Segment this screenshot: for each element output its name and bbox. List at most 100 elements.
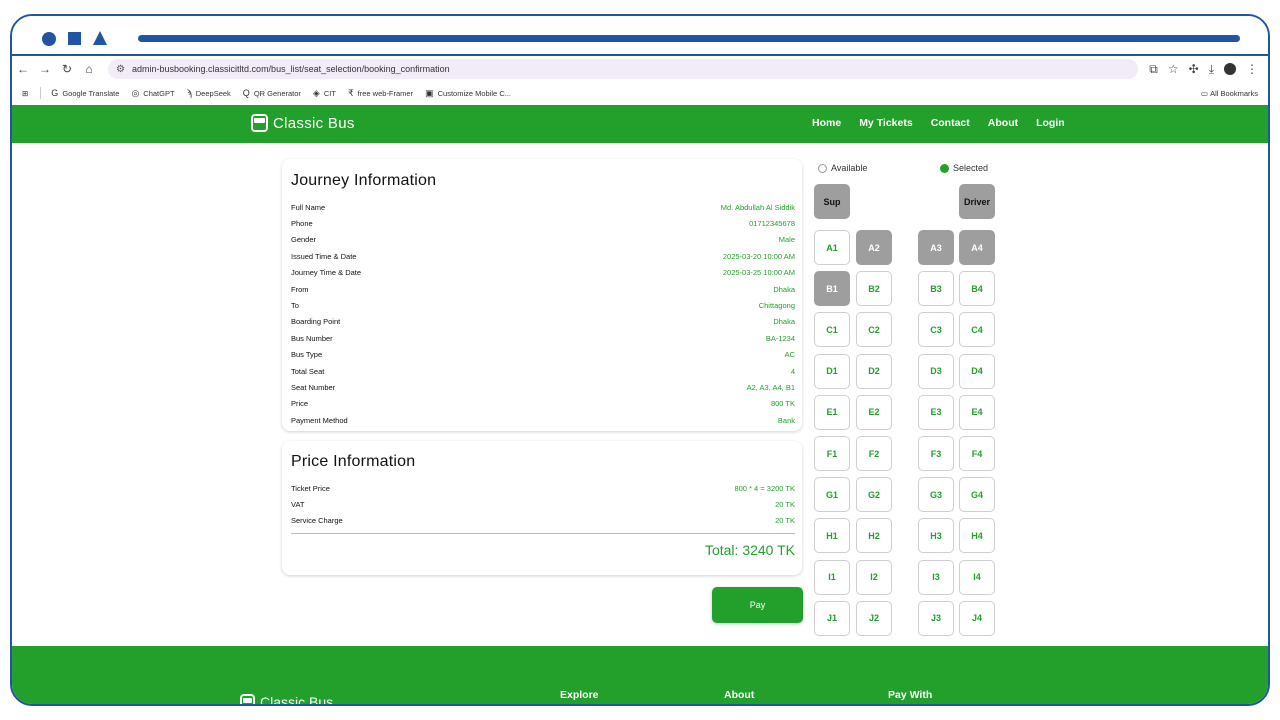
qr-generator-icon: Q bbox=[242, 88, 250, 98]
bookmark-qr-generator[interactable]: Q QR Generator bbox=[243, 88, 301, 98]
bookmarks-bar: ⊞ G Google Translate ◎ ChatGPT ϡ DeepSeek Q… bbox=[12, 82, 1268, 104]
seat-a1[interactable]: A1 bbox=[814, 230, 850, 265]
bookmark-framer[interactable]: ₹ free web-Framer bbox=[348, 88, 413, 99]
nav-contact[interactable]: Contact bbox=[931, 117, 970, 129]
brand-logo[interactable]: Classic Bus bbox=[251, 114, 355, 132]
address-bar[interactable]: ⚙ admin-busbooking.classicitltd.com/bus_… bbox=[108, 59, 1138, 79]
seat-i3[interactable]: I3 bbox=[918, 559, 954, 595]
seat-f4[interactable]: F4 bbox=[959, 436, 995, 471]
journey-row-value: Bank bbox=[777, 415, 795, 425]
price-row-label: VAT bbox=[291, 500, 305, 510]
home-icon[interactable]: ⌂ bbox=[78, 62, 100, 76]
seat-i1[interactable]: I1 bbox=[814, 559, 850, 595]
reload-icon[interactable]: ↻ bbox=[56, 62, 78, 76]
seat-b4[interactable]: B4 bbox=[959, 271, 995, 307]
seat-h3[interactable]: H3 bbox=[918, 518, 954, 554]
journey-row-label: Phone bbox=[291, 219, 313, 229]
legend-available: Available bbox=[818, 163, 867, 173]
seat-c1[interactable]: C1 bbox=[814, 312, 850, 348]
seat-g2[interactable]: G2 bbox=[856, 477, 892, 513]
nav-about[interactable]: About bbox=[988, 117, 1018, 129]
menu-dots-icon[interactable]: ⋮ bbox=[1246, 62, 1258, 76]
seat-g4[interactable]: G4 bbox=[959, 477, 995, 513]
seat-h1[interactable]: H1 bbox=[814, 518, 850, 554]
seat-f1[interactable]: F1 bbox=[814, 436, 850, 471]
available-dot-icon bbox=[818, 163, 827, 173]
bookmark-chatgpt[interactable]: ◎ ChatGPT bbox=[131, 88, 174, 99]
seat-g1[interactable]: G1 bbox=[814, 477, 850, 513]
nav-home[interactable]: Home bbox=[812, 117, 841, 129]
journey-row-value: 4 bbox=[790, 366, 795, 376]
journey-row-value: Dhaka bbox=[773, 284, 795, 294]
seat-b2[interactable]: B2 bbox=[856, 271, 892, 307]
extensions-icon[interactable]: ✣ bbox=[1189, 62, 1199, 76]
bookmark-customize-mobile[interactable]: ▣ Customize Mobile C... bbox=[425, 88, 511, 99]
seat-c3[interactable]: C3 bbox=[918, 312, 954, 348]
journey-information-card: Journey Information Full Name Md. Abdulla… bbox=[282, 159, 802, 431]
journey-row-value: Md. Abdullah Al Siddik bbox=[720, 202, 795, 212]
nav-my-tickets[interactable]: My Tickets bbox=[859, 117, 913, 129]
address-text[interactable]: admin-busbooking.classicitltd.com/bus_li… bbox=[132, 64, 450, 74]
all-bookmarks[interactable]: ▭ All Bookmarks bbox=[1201, 89, 1258, 98]
seat-i4[interactable]: I4 bbox=[959, 559, 995, 595]
seat-e1[interactable]: E1 bbox=[814, 394, 850, 430]
price-information-card: Price Information Ticket Price 800 * 4 = … bbox=[282, 441, 802, 575]
app-navbar: Classic Bus Home My Tickets Contact Abou… bbox=[12, 105, 1268, 143]
install-app-icon[interactable]: ⧉ bbox=[1149, 62, 1158, 77]
decorative-bar bbox=[138, 35, 1240, 42]
bookmark-label: DeepSeek bbox=[195, 88, 231, 98]
seat-f2[interactable]: F2 bbox=[856, 436, 892, 471]
journey-row: Issued Time & Date 2025-03-20 10:00 AM bbox=[291, 248, 795, 264]
seat-b3[interactable]: B3 bbox=[918, 271, 954, 307]
seat-d2[interactable]: D2 bbox=[856, 353, 892, 389]
seat-d4[interactable]: D4 bbox=[959, 353, 995, 389]
forward-arrow-icon[interactable]: → bbox=[34, 62, 56, 76]
legend-selected: Selected bbox=[940, 163, 988, 173]
journey-row: Phone 01712345678 bbox=[291, 215, 795, 231]
journey-row-label: Price bbox=[291, 399, 309, 409]
pay-button[interactable]: Pay bbox=[712, 587, 803, 623]
journey-row-value: BA-1234 bbox=[765, 333, 795, 343]
journey-title: Journey Information bbox=[291, 172, 437, 189]
bookmark-deepseek[interactable]: ϡ DeepSeek bbox=[187, 88, 231, 98]
seat-h2[interactable]: H2 bbox=[856, 518, 892, 554]
footer-explore-heading: Explore bbox=[560, 689, 599, 701]
apps-grid-icon[interactable]: ⊞ bbox=[22, 89, 28, 98]
bookmark-label: CIT bbox=[323, 88, 336, 98]
nav-login[interactable]: Login bbox=[1036, 117, 1065, 129]
bookmark-label: Google Translate bbox=[62, 88, 120, 98]
seat-c2[interactable]: C2 bbox=[856, 312, 892, 348]
seat-c4[interactable]: C4 bbox=[959, 312, 995, 348]
bookmark-google-translate[interactable]: G Google Translate bbox=[51, 88, 119, 98]
seat-i2[interactable]: I2 bbox=[856, 559, 892, 595]
square-shape-icon bbox=[68, 32, 81, 45]
seat-f3[interactable]: F3 bbox=[918, 436, 954, 471]
seat-h4[interactable]: H4 bbox=[959, 518, 995, 554]
seat-j2[interactable]: J2 bbox=[856, 600, 892, 636]
seat-e2[interactable]: E2 bbox=[856, 394, 892, 430]
download-icon[interactable]: ⤓ bbox=[1209, 62, 1214, 77]
back-arrow-icon[interactable]: ← bbox=[12, 62, 34, 76]
footer-brand[interactable]: Classic Bus bbox=[240, 694, 333, 704]
bookmark-star-icon[interactable]: ☆ bbox=[1168, 62, 1179, 76]
seat-d1[interactable]: D1 bbox=[814, 353, 850, 389]
seat-j4[interactable]: J4 bbox=[959, 600, 995, 636]
journey-row: Total Seat 4 bbox=[291, 363, 795, 379]
seat-e4[interactable]: E4 bbox=[959, 394, 995, 430]
seat-e3[interactable]: E3 bbox=[918, 394, 954, 430]
profile-avatar[interactable] bbox=[1224, 63, 1236, 75]
supervisor-seat: Sup bbox=[814, 184, 850, 219]
price-title: Price Information bbox=[291, 453, 416, 470]
deepseek-icon: ϡ bbox=[186, 88, 192, 98]
driver-seat: Driver bbox=[959, 184, 995, 219]
footer-about-heading: About bbox=[724, 689, 755, 701]
journey-row-label: Payment Method bbox=[291, 415, 348, 425]
journey-rows: Full Name Md. Abdullah Al Siddik Phone 0171… bbox=[291, 199, 795, 428]
seat-g3[interactable]: G3 bbox=[918, 477, 954, 513]
site-settings-icon[interactable]: ⚙ bbox=[116, 64, 132, 75]
seat-d3[interactable]: D3 bbox=[918, 353, 954, 389]
seat-j1[interactable]: J1 bbox=[814, 600, 850, 636]
price-rows: Ticket Price 800 * 4 = 3200 TK VAT 20 TK Ser… bbox=[291, 480, 795, 529]
bookmark-cit[interactable]: ◈ CIT bbox=[313, 88, 336, 99]
seat-j3[interactable]: J3 bbox=[918, 600, 954, 636]
